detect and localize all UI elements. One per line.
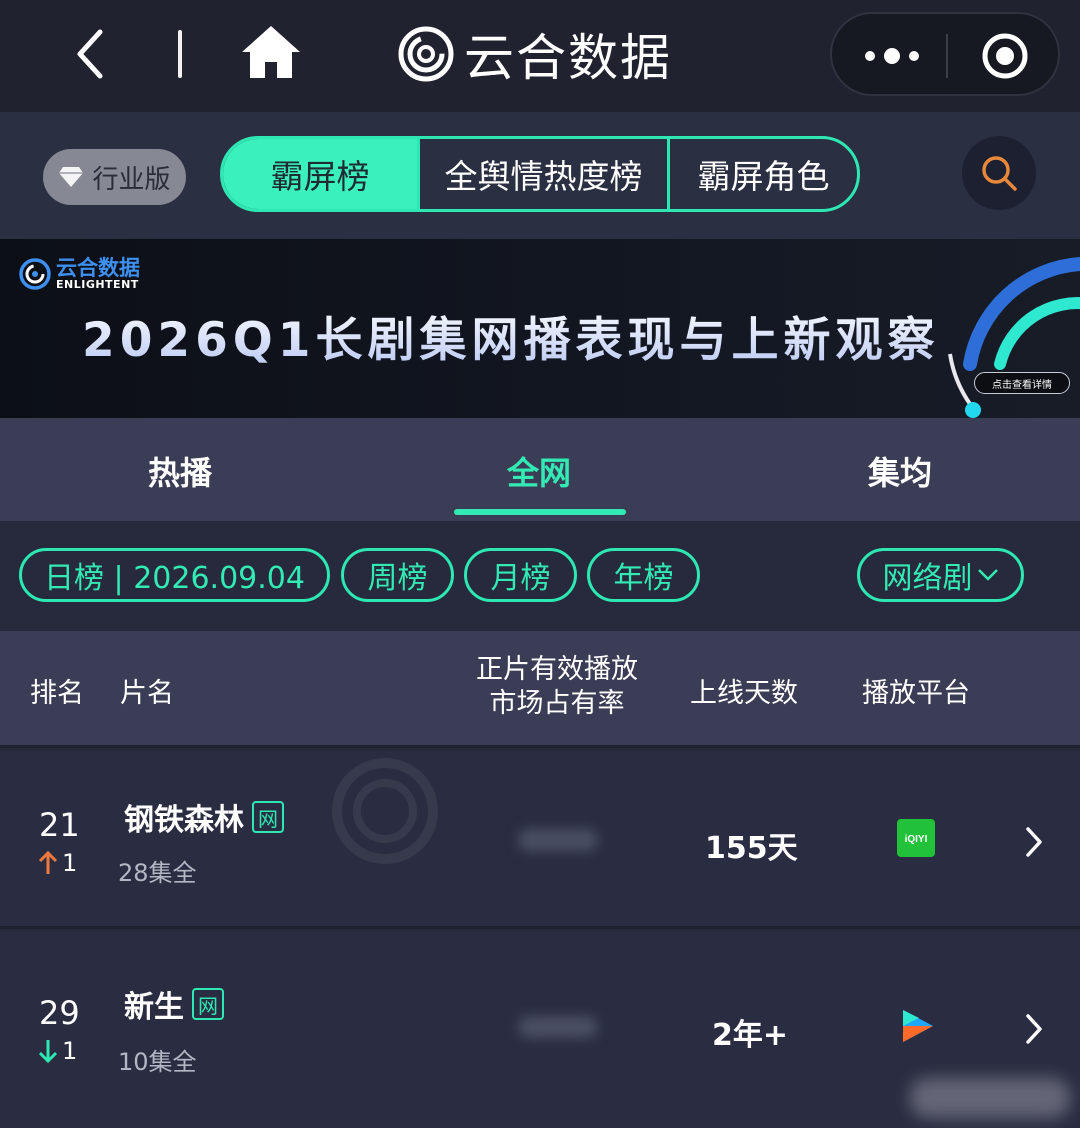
arrow-down-icon: [38, 1040, 58, 1064]
app-title: 云合数据: [464, 29, 672, 87]
web-series-badge: 网: [252, 801, 284, 833]
industry-edition-button[interactable]: 行业版: [43, 149, 186, 205]
row-title: 钢铁森林: [124, 803, 244, 838]
banner-cta[interactable]: 点击查看详情: [974, 372, 1070, 394]
watermark-logo: [332, 758, 438, 864]
filter-daily[interactable]: 日榜 | 2026.09.04: [19, 548, 330, 602]
filter-yearly[interactable]: 年榜: [587, 548, 700, 602]
industry-edition-label: 行业版: [92, 164, 171, 195]
top-nav-bar: 云合数据: [0, 0, 1080, 112]
header-market-share-line1: 正片有效播放: [476, 654, 638, 685]
ranking-segmented-control: 霸屏榜 全舆情热度榜 霸屏角色: [220, 136, 860, 212]
market-share-hidden: [518, 1016, 598, 1038]
banner-logo: 云合数据 ENLIGHTENT: [18, 257, 140, 291]
segment-public-opinion-heat[interactable]: 全舆情热度榜: [417, 139, 667, 209]
mini-program-capsule: [830, 12, 1060, 96]
iqiyi-icon: iQIYI: [897, 819, 935, 861]
row-episodes: 28集全: [118, 859, 197, 887]
header-rank: 排名: [30, 678, 84, 709]
tab-per-episode[interactable]: 集均: [868, 448, 932, 494]
genre-dropdown[interactable]: 网络剧: [857, 548, 1024, 602]
filter-monthly[interactable]: 月榜: [464, 548, 577, 602]
enlightent-logo-icon: [19, 258, 51, 290]
chevron-down-icon: [977, 569, 998, 581]
row-title-wrap: 钢铁森林 网: [124, 795, 284, 839]
home-icon[interactable]: [240, 24, 302, 80]
chevron-right-icon[interactable]: [1022, 825, 1046, 859]
row-days: 2年+: [712, 1018, 789, 1053]
arrow-up-icon: [38, 850, 58, 874]
table-header: 排名 片名 正片有效播放 市场占有率 上线天数 播放平台: [0, 631, 1080, 748]
chevron-right-icon[interactable]: [1022, 1012, 1046, 1046]
row-title-wrap: 新生 网: [124, 982, 224, 1026]
row-rank: 21: [39, 806, 80, 844]
row-rank: 29: [39, 994, 80, 1032]
tab-hot-play[interactable]: 热播: [148, 448, 212, 494]
header-platform: 播放平台: [862, 678, 970, 709]
header-market-share-line2: 市场占有率: [489, 688, 625, 719]
banner-logo-en: ENLIGHTENT: [56, 278, 139, 291]
row-episodes: 10集全: [118, 1048, 197, 1076]
active-tab-indicator: [454, 509, 626, 515]
filter-row: 日榜 | 2026.09.04 周榜 月榜 年榜 网络剧: [0, 521, 1080, 631]
blurred-overlay: [910, 1078, 1070, 1118]
header-days-online: 上线天数: [690, 678, 798, 709]
banner-logo-cn: 云合数据: [56, 256, 140, 280]
row-title: 新生: [124, 990, 184, 1025]
banner-headline: 2026Q1长剧集网播表现与上新观察: [82, 301, 939, 370]
promo-banner[interactable]: 云合数据 ENLIGHTENT 2026Q1长剧集网播表现与上新观察 点击查看详…: [0, 239, 1080, 418]
iqiyi-logo-text: iQIYI: [905, 834, 928, 845]
segment-screen-dominance[interactable]: 霸屏榜: [223, 139, 417, 209]
genre-dropdown-label: 网络剧: [882, 561, 973, 596]
header-market-share: 正片有效播放 市场占有率: [466, 653, 648, 721]
segment-dominant-roles[interactable]: 霸屏角色: [667, 139, 857, 209]
search-icon: [982, 156, 1017, 191]
rank-change: 1: [38, 849, 77, 877]
rank-change-value: 1: [62, 849, 78, 877]
more-icon[interactable]: [862, 36, 922, 76]
metric-tabs: 热播 全网 集均: [0, 418, 1080, 521]
back-icon[interactable]: [66, 24, 116, 84]
web-series-badge: 网: [192, 988, 224, 1020]
capsule-divider: [946, 34, 948, 78]
rank-change: 1: [38, 1037, 77, 1065]
filter-weekly[interactable]: 周榜: [341, 548, 454, 602]
rank-change-value: 1: [62, 1037, 78, 1065]
close-icon[interactable]: [980, 32, 1030, 80]
search-button[interactable]: [962, 136, 1036, 210]
diamond-icon: [59, 167, 84, 187]
youku-icon: [897, 1006, 937, 1050]
tab-all-network[interactable]: 全网: [507, 448, 571, 494]
ranking-type-bar: 行业版 霸屏榜 全舆情热度榜 霸屏角色: [0, 112, 1080, 239]
header-title: 片名: [120, 678, 174, 709]
enlightent-logo-icon: [398, 26, 454, 82]
app-brand: 云合数据: [398, 22, 672, 87]
nav-divider: [178, 30, 182, 78]
